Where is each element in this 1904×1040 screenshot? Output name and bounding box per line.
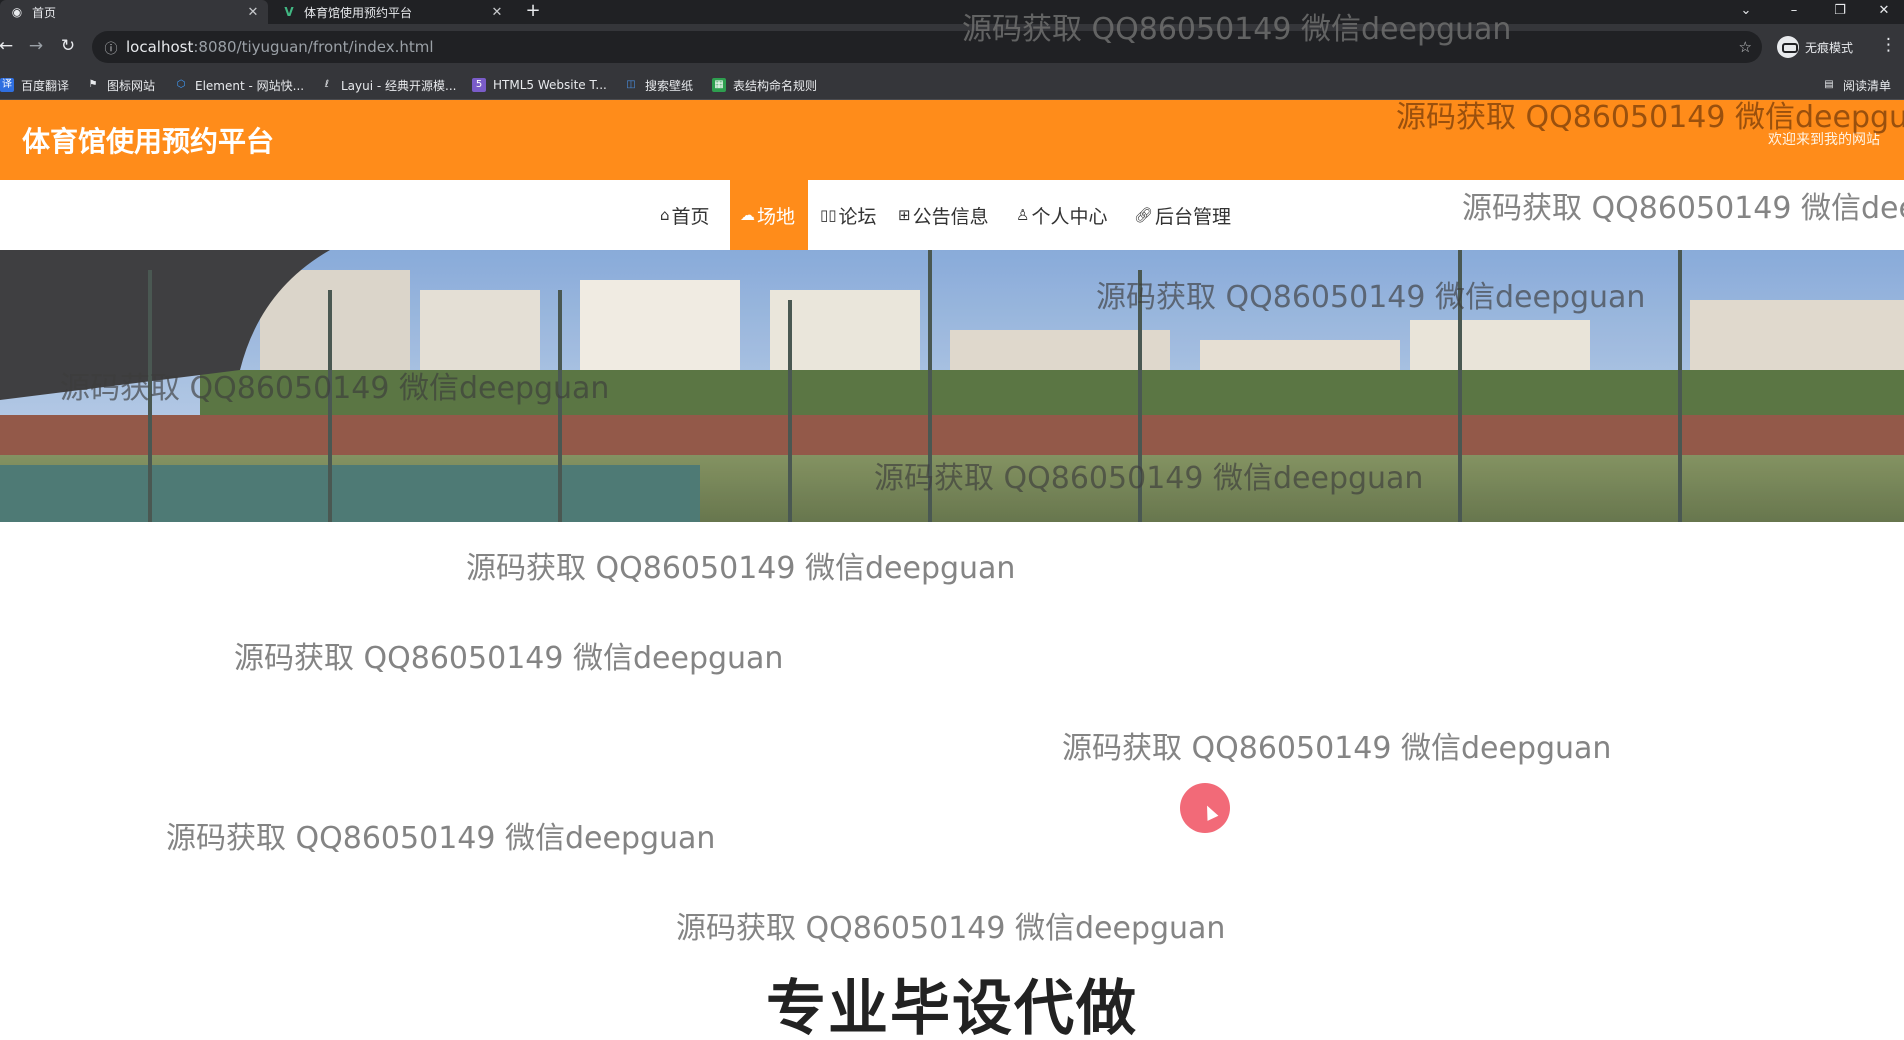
nav-label: 后台管理 (1155, 205, 1232, 228)
cloud-icon: ☁ (740, 206, 755, 224)
watermark-text: 源码获取 QQ86050149 微信deepguan (1062, 731, 1612, 766)
bookmark-label: 表结构命名规则 (733, 78, 818, 93)
window-close-icon[interactable]: ✕ (1864, 0, 1904, 24)
watermark-text: 源码获取 QQ86050149 微信deepguan (874, 461, 1424, 496)
watermark-text: 源码获取 QQ86050149 微信deepguan (962, 12, 1512, 47)
bookmark-item[interactable]: ◫ 搜索壁纸 (624, 76, 693, 94)
reload-icon[interactable]: ↻ (56, 35, 80, 59)
watermark-text: 源码获取 QQ86050149 微信deepguan (166, 821, 716, 856)
bookmark-item[interactable]: ℓ Layui - 经典开源模... (320, 76, 457, 94)
profile-label: 无痕模式 (1805, 40, 1854, 55)
notice-icon: ⊞ (898, 206, 911, 224)
bookmark-label: 图标网站 (107, 78, 156, 93)
user-icon: ♙ (1016, 206, 1030, 224)
bookmark-item[interactable]: 5 HTML5 Website T... (472, 76, 607, 94)
nav-item-venue[interactable]: ☁ 场地 (730, 180, 808, 250)
info-icon[interactable]: ⓘ (96, 38, 126, 57)
watermark-text: 源码获取 QQ86050149 微信deepguan (1096, 280, 1646, 315)
forum-icon: ▯▯ (820, 206, 837, 224)
mouse-cursor-icon (1180, 783, 1230, 833)
back-icon[interactable]: ← (0, 35, 18, 59)
incognito-profile-button[interactable]: 无痕模式 (1777, 34, 1853, 60)
bookmark-label: 百度翻译 (21, 78, 70, 93)
link-icon: 🔗︎ (1134, 206, 1154, 224)
nav-label: 首页 (671, 205, 710, 228)
vue-logo-icon: V (284, 5, 294, 19)
nav-label: 个人中心 (1031, 205, 1108, 228)
close-icon[interactable]: ✕ (244, 5, 262, 20)
nav-label: 论坛 (838, 205, 877, 228)
minimize-icon[interactable]: – (1774, 0, 1814, 24)
translate-icon: 译 (0, 78, 14, 92)
browser-tab-platform[interactable]: V 体育馆使用预约平台 ✕ (272, 0, 512, 24)
more-menu-icon[interactable]: ⋮ (1880, 35, 1897, 55)
nav-item-profile[interactable]: ♙ 个人中心 (1006, 180, 1117, 250)
browser-tab-strip: ◉ 首页 ✕ V 体育馆使用预约平台 ✕ + ⌄ – ❐ ✕ (0, 0, 1904, 24)
tab-title: 体育馆使用预约平台 (304, 5, 413, 20)
site-title[interactable]: 体育馆使用预约平台 (22, 120, 274, 160)
forward-icon[interactable]: → (24, 35, 48, 59)
promo-banner-text: 专业毕设代做 (766, 974, 1138, 1040)
watermark-text: 源码获取 QQ86050149 微信deepguan (60, 371, 610, 406)
restore-icon[interactable]: ❐ (1820, 0, 1860, 24)
bookmark-label: Element - 网站快... (195, 78, 305, 93)
url-path: :8080/tiyuguan/front/index.html (193, 38, 434, 56)
address-bar: ← → ↻ ⓘ localhost :8080/tiyuguan/front/i… (0, 24, 1904, 70)
watermark-text: 源码获取 QQ86050149 微信deepguan (466, 551, 1016, 586)
bookmark-label: HTML5 Website T... (493, 78, 607, 92)
nav-item-admin[interactable]: 🔗︎ 后台管理 (1124, 180, 1241, 250)
nav-item-notice[interactable]: ⊞ 公告信息 (888, 180, 999, 250)
watermark-text: 源码获取 QQ86050149 微信deepguan (676, 911, 1226, 946)
bookmark-item[interactable]: ⬡ Element - 网站快... (174, 76, 304, 94)
nav-item-home[interactable]: ⌂ 首页 (650, 180, 720, 250)
url-input[interactable]: ⓘ localhost :8080/tiyuguan/front/index.h… (92, 31, 1762, 63)
tab-title: 首页 (32, 5, 57, 20)
bookmark-label: 搜索壁纸 (645, 78, 694, 93)
bookmark-item[interactable]: ⚑ 图标网站 (86, 76, 156, 94)
watermark-text: 源码获取 QQ86050149 微信deepguan (1396, 100, 1904, 135)
sheet-icon: ▦ (712, 78, 726, 92)
nav-label: 公告信息 (912, 205, 989, 228)
globe-icon: ◉ (11, 5, 23, 19)
new-tab-button[interactable]: + (522, 0, 544, 24)
layui-icon: ℓ (324, 79, 330, 90)
bookmark-item[interactable]: 译 百度翻译 (0, 76, 69, 94)
close-icon[interactable]: ✕ (488, 5, 506, 20)
reading-list-icon: ▤ (1824, 79, 1834, 90)
home-icon: ⌂ (660, 206, 670, 224)
incognito-icon (1777, 36, 1799, 58)
watermark-text: 源码获取 QQ86050149 微信deepguan (1462, 191, 1904, 226)
element-icon: ⬡ (176, 79, 186, 90)
chevron-down-icon[interactable]: ⌄ (1726, 0, 1766, 24)
url-host: localhost (126, 38, 194, 56)
bookmark-item[interactable]: ▦ 表结构命名规则 (712, 76, 817, 94)
star-icon[interactable]: ☆ (1739, 38, 1752, 56)
flag-icon: ⚑ (88, 79, 98, 90)
nav-label: 场地 (757, 205, 796, 228)
wallpaper-icon: ◫ (626, 79, 636, 90)
nav-item-forum[interactable]: ▯▯ 论坛 (810, 180, 887, 250)
watermark-text: 源码获取 QQ86050149 微信deepguan (234, 641, 784, 676)
browser-tab-home[interactable]: ◉ 首页 ✕ (0, 0, 268, 24)
reading-list-label: 阅读清单 (1843, 78, 1892, 93)
html5-icon: 5 (472, 78, 486, 92)
bookmark-label: Layui - 经典开源模... (341, 78, 457, 93)
